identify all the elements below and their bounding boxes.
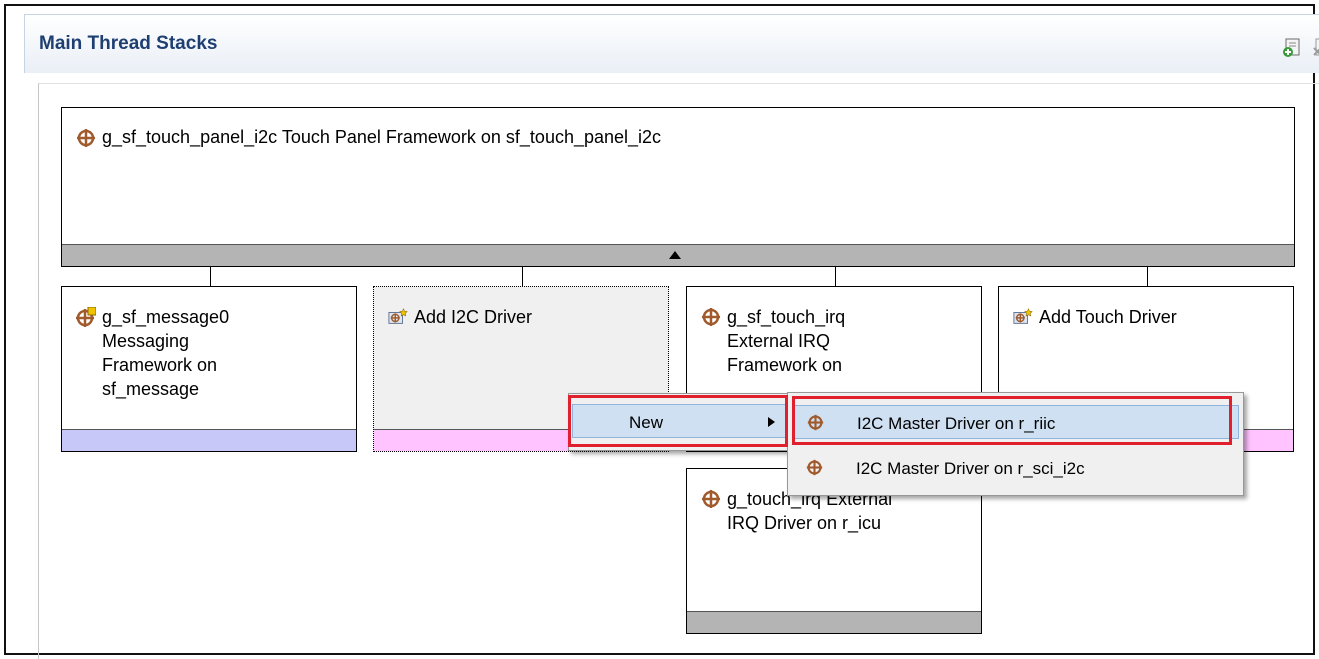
connector <box>210 266 211 287</box>
add-driver-icon <box>1013 308 1033 324</box>
remove-stack-icon[interactable] <box>1311 37 1319 59</box>
highlight-new <box>568 395 788 447</box>
add-stack-icon[interactable] <box>1281 37 1303 59</box>
block-label: Add I2C Driver <box>414 307 533 327</box>
highlight-r-riic <box>792 396 1232 445</box>
connector <box>1147 266 1148 287</box>
touch-panel-framework-block[interactable]: g_sf_touch_panel_i2c Touch Panel Framewo… <box>61 107 1295 267</box>
block-label: g_sf_message0 Messaging Framework on sf_… <box>102 307 230 399</box>
collapse-arrow-icon[interactable] <box>668 250 682 260</box>
module-icon <box>702 490 720 508</box>
module-icon <box>702 308 720 326</box>
menu-item-r-sci-i2c[interactable]: I2C Master Driver on r_sci_i2c <box>792 451 1239 485</box>
panel-header: Main Thread Stacks <box>24 14 1319 73</box>
menu-item-label: I2C Master Driver on r_sci_i2c <box>856 459 1085 478</box>
block-label: g_sf_touch_irq External IRQ Framework on <box>727 307 846 375</box>
block-label: Add Touch Driver <box>1039 307 1177 327</box>
module-icon <box>806 459 823 476</box>
add-driver-icon <box>388 308 408 324</box>
module-warning-icon <box>76 307 96 327</box>
module-icon <box>77 129 95 147</box>
top-block-label: g_sf_touch_panel_i2c Touch Panel Framewo… <box>102 127 662 147</box>
panel-title: Main Thread Stacks <box>39 33 218 54</box>
block-bar <box>687 611 981 633</box>
connector <box>835 266 836 287</box>
connector <box>522 266 523 287</box>
block-bar <box>62 429 356 451</box>
messaging-framework-block[interactable]: g_sf_message0 Messaging Framework on sf_… <box>61 286 357 452</box>
top-block-bar <box>62 244 1294 266</box>
